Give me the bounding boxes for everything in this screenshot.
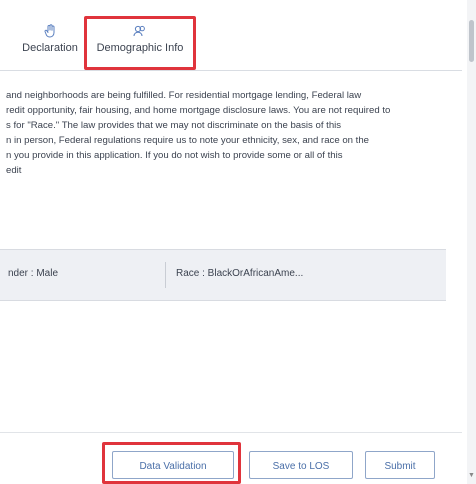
scrollbar-track[interactable] [467, 0, 476, 484]
submit-button[interactable]: Submit [365, 451, 435, 479]
scroll-down-arrow-icon[interactable]: ▼ [468, 472, 475, 479]
highlight-box-demographic-tab [84, 16, 196, 70]
disclosure-line: redit opportunity, fair housing, and hom… [6, 105, 391, 116]
disclosure-line: and neighborhoods are being fulfilled. F… [6, 90, 362, 101]
disclosure-line: n you provide in this application. If yo… [6, 150, 343, 161]
tab-declaration-label: Declaration [22, 42, 78, 54]
disclosure-line: s for "Race." The law provides that we m… [6, 120, 342, 131]
race-summary: Race : BlackOrAfricanAme... [176, 268, 304, 279]
gender-summary: nder : Male [8, 268, 59, 279]
summary-divider [165, 262, 166, 288]
footer-divider [0, 432, 462, 433]
disclosure-text: and neighborhoods are being fulfilled. F… [6, 88, 446, 178]
application-panel: Declaration Demographic Info and neighbo… [0, 0, 476, 484]
disclosure-line: edit [6, 165, 22, 176]
scrollbar-thumb[interactable] [469, 20, 474, 62]
hand-icon [44, 24, 55, 38]
tab-bar: Declaration Demographic Info [0, 0, 462, 71]
tab-declaration[interactable]: Declaration [18, 24, 82, 70]
save-to-los-button[interactable]: Save to LOS [249, 451, 353, 479]
highlight-box-data-validation [102, 442, 241, 484]
demographic-summary-row: nder : Male Race : BlackOrAfricanAme... [0, 249, 446, 301]
disclosure-line: n in person, Federal regulations require… [6, 135, 369, 146]
